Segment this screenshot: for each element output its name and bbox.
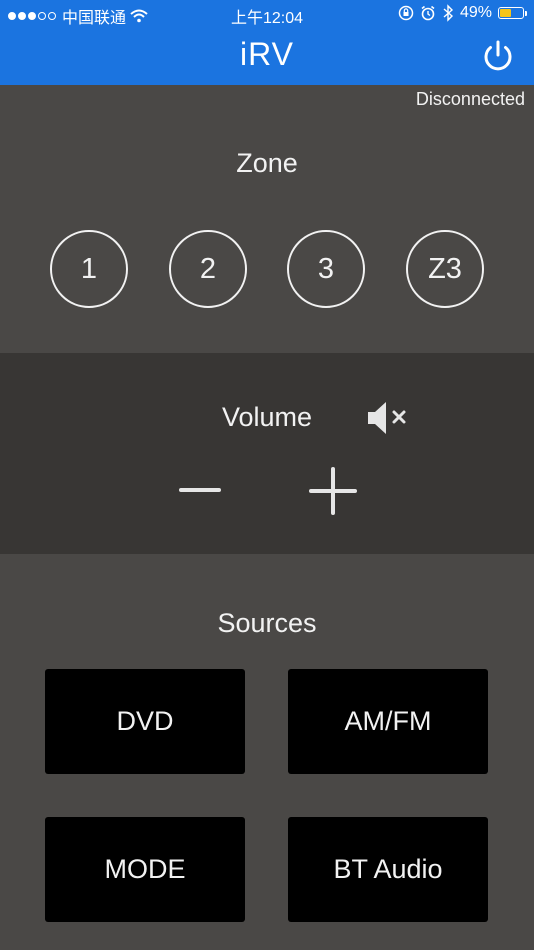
app-screen: 中国联通 上午12:04 49% iRV Disconnected Zone 1… bbox=[0, 0, 534, 950]
source-amfm-button[interactable]: AM/FM bbox=[288, 669, 488, 774]
source-bt-audio-button[interactable]: BT Audio bbox=[288, 817, 488, 922]
volume-section: Volume bbox=[0, 353, 534, 554]
zone-z3-button[interactable]: Z3 bbox=[406, 230, 484, 308]
bluetooth-icon bbox=[443, 4, 453, 22]
plus-icon[interactable] bbox=[309, 467, 357, 515]
speaker-mute-icon[interactable] bbox=[366, 398, 412, 438]
sources-heading: Sources bbox=[217, 608, 317, 638]
app-title: iRV bbox=[240, 36, 294, 72]
zone-section: Disconnected Zone 1 2 3 Z3 bbox=[0, 85, 534, 353]
power-icon[interactable] bbox=[480, 38, 516, 74]
alarm-icon bbox=[421, 5, 435, 21]
zone-3-button[interactable]: 3 bbox=[287, 230, 365, 308]
source-dvd-button[interactable]: DVD bbox=[45, 669, 245, 774]
source-mode-button[interactable]: MODE bbox=[45, 817, 245, 922]
zone-heading: Zone bbox=[236, 148, 298, 178]
volume-heading: Volume bbox=[221, 402, 313, 432]
zone-buttons: 1 2 3 Z3 bbox=[0, 230, 534, 308]
battery-icon bbox=[498, 7, 527, 19]
zone-1-button[interactable]: 1 bbox=[50, 230, 128, 308]
sources-section: Sources DVD AM/FM MODE BT Audio bbox=[0, 554, 534, 950]
battery-fill bbox=[500, 9, 511, 17]
top-bar: 中国联通 上午12:04 49% iRV bbox=[0, 0, 534, 85]
minus-icon[interactable] bbox=[179, 470, 221, 510]
connection-status: Disconnected bbox=[415, 89, 525, 109]
zone-2-button[interactable]: 2 bbox=[169, 230, 247, 308]
battery-percent: 49% bbox=[459, 4, 492, 21]
status-bar: 中国联通 上午12:04 49% bbox=[0, 0, 534, 28]
status-right: 49% bbox=[398, 4, 527, 22]
orientation-lock-icon bbox=[398, 5, 414, 21]
